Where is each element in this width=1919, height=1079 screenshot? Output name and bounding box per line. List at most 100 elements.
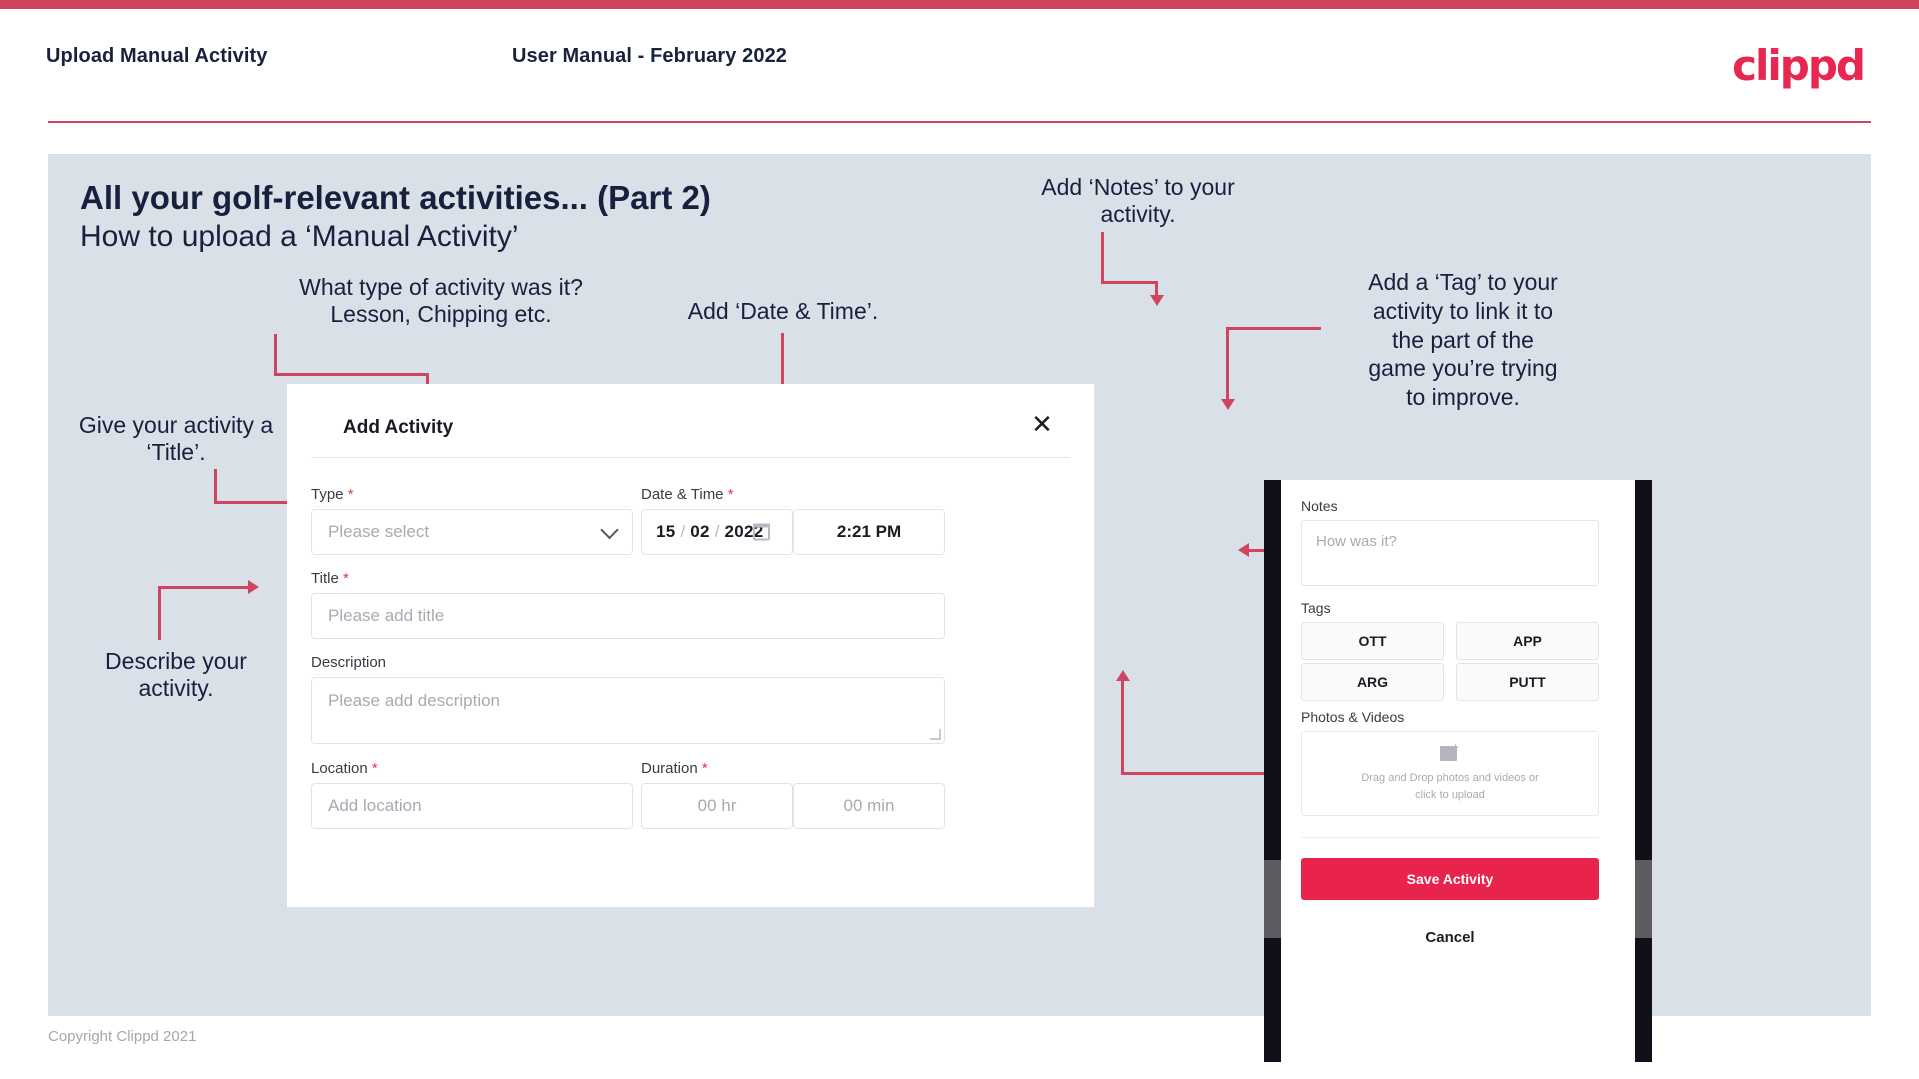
- add-image-icon: +: [1440, 743, 1460, 761]
- time-value: 2:21 PM: [836, 522, 902, 541]
- phone-screen: Notes How was it? Tags OTT APP ARG PUTT …: [1281, 480, 1635, 1052]
- connector-upl-arrow: [1238, 543, 1249, 557]
- dialog-divider: [311, 457, 1070, 458]
- header-center-title: User Manual - February 2022: [512, 45, 788, 67]
- location-required-mark: *: [371, 760, 378, 777]
- date-month: 02: [690, 522, 710, 541]
- type-select[interactable]: Please select: [311, 509, 633, 555]
- phone-bezel-left: [1264, 480, 1281, 1062]
- tag-app-label: APP: [1513, 633, 1542, 649]
- date-day: 15: [656, 522, 676, 541]
- title-label-text: Title: [311, 570, 339, 587]
- annotation-tags: Add a ‘Tag’ to your activity to link it …: [1368, 269, 1558, 410]
- notes-textarea[interactable]: How was it?: [1301, 520, 1599, 586]
- slide-page: Upload Manual Activity User Manual - Feb…: [0, 0, 1919, 1079]
- top-accent-bar: [0, 0, 1919, 9]
- connector-notes-v2: [1155, 281, 1158, 296]
- type-select-placeholder: Please select: [328, 522, 430, 541]
- date-sep-2: /: [714, 522, 720, 541]
- connector-tags-h1: [1276, 327, 1321, 330]
- location-label: Location *: [311, 760, 378, 777]
- add-activity-dialog: Add Activity ✕ Type * Please select Date…: [287, 384, 1094, 907]
- time-input[interactable]: 2:21 PM: [793, 509, 945, 555]
- chevron-down-icon: [600, 520, 619, 540]
- connector-sc-v: [1121, 680, 1124, 775]
- connector-desc-h: [158, 586, 250, 589]
- cancel-button[interactable]: Cancel: [1301, 920, 1599, 954]
- connector-notes-v: [1101, 232, 1104, 284]
- title-input-placeholder: Please add title: [328, 606, 445, 625]
- photo-dropzone[interactable]: + Drag and Drop photos and videos or cli…: [1301, 731, 1599, 816]
- description-textarea[interactable]: Please add description: [311, 677, 945, 744]
- tag-putt[interactable]: PUTT: [1456, 663, 1599, 701]
- title-input[interactable]: Please add title: [311, 593, 945, 639]
- dropzone-line-2: click to upload: [1415, 788, 1485, 801]
- connector-notes-h: [1101, 281, 1158, 284]
- connector-desc-v: [158, 586, 161, 640]
- header-left-title: Upload Manual Activity: [46, 45, 268, 67]
- description-label-text: Description: [311, 654, 387, 671]
- close-icon[interactable]: ✕: [1024, 406, 1060, 442]
- duration-minutes-input[interactable]: 00 min: [793, 783, 945, 829]
- description-label: Description: [311, 654, 386, 671]
- duration-minutes-placeholder: 00 min: [843, 796, 895, 815]
- connector-sc-arrow: [1116, 670, 1130, 681]
- clippd-logo: clippd: [1732, 41, 1866, 90]
- connector-tags-h2: [1226, 327, 1281, 330]
- tag-arg-label: ARG: [1356, 674, 1389, 690]
- slide-title-primary: All your golf-relevant activities... (Pa…: [80, 179, 711, 216]
- location-input-placeholder: Add location: [328, 796, 422, 815]
- tags-label: Tags: [1301, 600, 1331, 616]
- date-input[interactable]: 15 / 02 / 2022: [641, 509, 793, 555]
- duration-label: Duration *: [641, 760, 708, 777]
- type-label-text: Type: [311, 486, 344, 503]
- date-sep-1: /: [680, 522, 686, 541]
- location-input[interactable]: Add location: [311, 783, 633, 829]
- title-label: Title *: [311, 570, 349, 587]
- annotation-title: Give your activity a ‘Title’.: [78, 412, 274, 466]
- page-header: Upload Manual Activity User Manual - Feb…: [0, 9, 1919, 121]
- connector-tags-arrow: [1221, 399, 1235, 410]
- phone-mockup: Notes How was it? Tags OTT APP ARG PUTT …: [1264, 480, 1652, 1062]
- phone-divider: [1301, 837, 1599, 838]
- datetime-label-text: Date & Time: [641, 486, 724, 503]
- annotation-notes: Add ‘Notes’ to your activity.: [1041, 174, 1235, 228]
- description-placeholder: Please add description: [328, 691, 501, 710]
- cancel-label: Cancel: [1425, 928, 1475, 946]
- save-activity-button[interactable]: Save Activity: [1301, 858, 1599, 900]
- datetime-label: Date & Time *: [641, 486, 734, 503]
- duration-hours-placeholder: 00 hr: [697, 796, 737, 815]
- connector-notes-arrow: [1150, 295, 1164, 306]
- type-required-mark: *: [347, 486, 354, 503]
- annotation-description: Describe your activity.: [105, 648, 247, 702]
- photos-videos-label: Photos & Videos: [1301, 709, 1405, 725]
- tag-putt-label: PUTT: [1509, 674, 1546, 690]
- connector-type-h: [274, 373, 429, 376]
- tag-app[interactable]: APP: [1456, 622, 1599, 660]
- duration-label-text: Duration: [641, 760, 698, 777]
- connector-type-v1: [274, 334, 277, 376]
- header-divider: [48, 121, 1871, 123]
- datetime-required-mark: *: [727, 486, 734, 503]
- connector-title-v: [214, 469, 217, 504]
- slide-title-secondary: How to upload a ‘Manual Activity’: [80, 220, 519, 253]
- phone-bezel-right-accent: [1635, 860, 1652, 938]
- location-label-text: Location: [311, 760, 368, 777]
- save-activity-label: Save Activity: [1406, 871, 1494, 887]
- calendar-icon[interactable]: [753, 523, 770, 541]
- notes-placeholder: How was it?: [1316, 533, 1397, 550]
- connector-tags-v: [1226, 327, 1229, 400]
- tag-ott-label: OTT: [1358, 633, 1387, 649]
- annotation-datetime: Add ‘Date & Time’.: [687, 298, 879, 324]
- footer-copyright: Copyright Clippd 2021: [48, 1028, 197, 1045]
- annotation-type: What type of activity was it? Lesson, Ch…: [299, 274, 583, 328]
- duration-hours-input[interactable]: 00 hr: [641, 783, 793, 829]
- connector-desc-arrow: [248, 580, 259, 594]
- dropzone-line-1: Drag and Drop photos and videos or: [1361, 772, 1539, 784]
- title-required-mark: *: [342, 570, 349, 587]
- tag-ott[interactable]: OTT: [1301, 622, 1444, 660]
- type-label: Type *: [311, 486, 354, 503]
- tag-arg[interactable]: ARG: [1301, 663, 1444, 701]
- phone-bezel-right: [1635, 480, 1652, 1062]
- notes-label: Notes: [1301, 498, 1338, 514]
